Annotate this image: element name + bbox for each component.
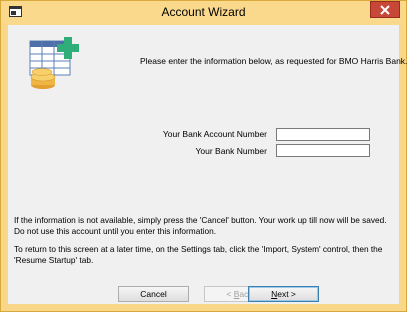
bank-number-label: Your Bank Number: [195, 146, 267, 156]
account-wizard-window: Account Wizard Please enter the informat…: [0, 0, 407, 312]
account-number-label: Your Bank Account Number: [162, 129, 267, 139]
close-icon: [380, 4, 390, 15]
cancel-button[interactable]: Cancel: [118, 286, 189, 302]
bank-number-input[interactable]: [276, 144, 370, 157]
close-button[interactable]: [370, 1, 400, 18]
window-title: Account Wizard: [161, 5, 246, 19]
title-bar[interactable]: Account Wizard: [1, 1, 406, 25]
next-button[interactable]: Next >: [248, 286, 319, 302]
return-info-note: To return to this screen at a later time…: [14, 244, 383, 265]
back-button-prefix: <: [226, 289, 234, 299]
next-button-label: ext >: [277, 289, 296, 299]
spreadsheet-coins-plus-icon: [29, 37, 79, 89]
account-number-input[interactable]: [276, 128, 370, 141]
wizard-client-area: Please enter the information below, as r…: [8, 25, 407, 304]
cancel-info-note: If the information is not available, sim…: [14, 215, 387, 236]
intro-text: Please enter the information below, as r…: [140, 56, 407, 66]
